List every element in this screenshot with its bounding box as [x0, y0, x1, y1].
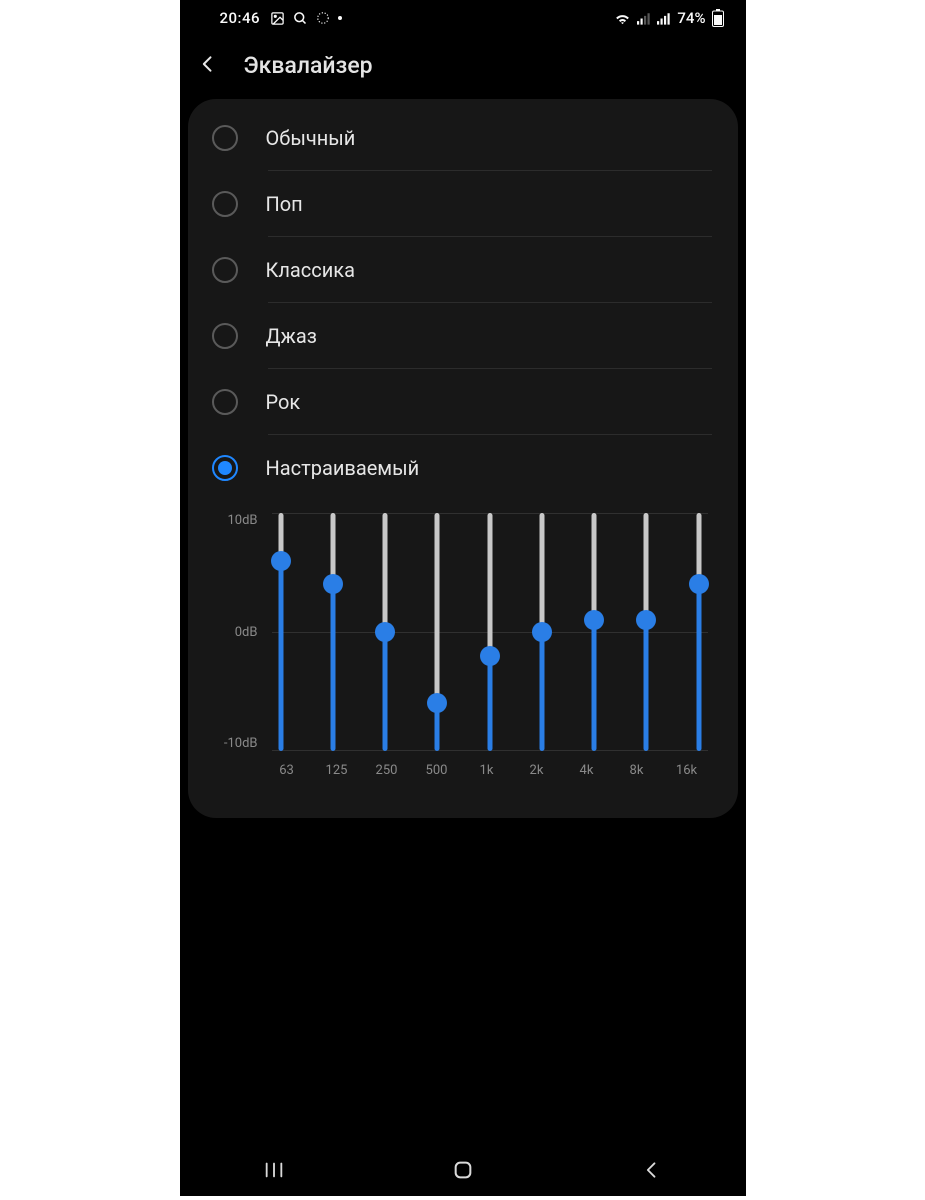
eq-chart: 10dB 0dB -10dB	[218, 513, 708, 751]
preset-classic[interactable]: Классика	[188, 237, 738, 303]
track-upper	[487, 513, 492, 656]
eq-band-2k[interactable]	[539, 513, 545, 751]
track-upper	[644, 513, 649, 620]
eq-bands	[272, 513, 708, 751]
phone-frame: 20:46 74%	[180, 0, 746, 1196]
preset-rock[interactable]: Рок	[188, 369, 738, 435]
status-left: 20:46	[220, 9, 343, 27]
track-lower	[487, 656, 492, 751]
preset-label: Обычный	[266, 126, 356, 150]
x-tick: 125	[322, 763, 352, 778]
eq-band-125[interactable]	[330, 513, 336, 751]
y-tick-top: 10dB	[227, 513, 257, 528]
signal-1-icon	[637, 12, 651, 25]
battery-icon	[712, 9, 724, 27]
gallery-icon	[270, 11, 285, 26]
radio-jazz[interactable]	[212, 323, 238, 349]
page-title: Эквалайзер	[244, 52, 373, 79]
y-tick-mid: 0dB	[235, 625, 258, 640]
eq-thumb-8k[interactable]	[636, 610, 656, 630]
radio-classic[interactable]	[212, 257, 238, 283]
track-lower	[278, 561, 283, 751]
radio-custom[interactable]	[212, 455, 238, 481]
preset-list: Обычный Поп Классика Джаз Рок Настраиваемый	[188, 105, 738, 501]
track-lower	[644, 620, 649, 751]
radio-pop[interactable]	[212, 191, 238, 217]
eq-band-16k[interactable]	[696, 513, 702, 751]
nav-back-button[interactable]	[642, 1160, 662, 1184]
eq-thumb-250[interactable]	[375, 622, 395, 642]
x-tick: 8k	[622, 763, 652, 778]
x-tick: 250	[372, 763, 402, 778]
header: Эквалайзер	[180, 36, 746, 95]
eq-y-axis: 10dB 0dB -10dB	[218, 513, 262, 751]
preset-label: Классика	[266, 258, 355, 282]
preset-label: Настраиваемый	[266, 456, 420, 480]
status-time: 20:46	[220, 9, 261, 27]
recents-button[interactable]	[263, 1159, 285, 1185]
track-upper	[539, 513, 544, 632]
track-lower	[539, 632, 544, 751]
eq-thumb-125[interactable]	[323, 574, 343, 594]
settings-panel: Обычный Поп Классика Джаз Рок Настраиваемый 1…	[188, 99, 738, 818]
x-tick: 1k	[472, 763, 502, 778]
preset-label: Поп	[266, 192, 303, 216]
eq-band-8k[interactable]	[643, 513, 649, 751]
dot-icon	[338, 16, 342, 20]
x-tick: 2k	[522, 763, 552, 778]
eq-band-63[interactable]	[278, 513, 284, 751]
status-bar: 20:46 74%	[180, 0, 746, 36]
radio-rock[interactable]	[212, 389, 238, 415]
preset-jazz[interactable]: Джаз	[188, 303, 738, 369]
eq-thumb-63[interactable]	[271, 551, 291, 571]
y-tick-bot: -10dB	[224, 736, 258, 751]
equalizer: 10dB 0dB -10dB 63 125 250 500 1k 2k 4k 8k 16k	[188, 501, 738, 778]
preset-label: Джаз	[266, 324, 317, 348]
eq-band-4k[interactable]	[591, 513, 597, 751]
preset-custom[interactable]: Настраиваемый	[188, 435, 738, 501]
loader-icon	[316, 11, 330, 25]
preset-pop[interactable]: Поп	[188, 171, 738, 237]
eq-thumb-500[interactable]	[427, 693, 447, 713]
home-button[interactable]	[452, 1159, 474, 1185]
track-lower	[696, 584, 701, 751]
x-tick: 500	[422, 763, 452, 778]
radio-normal[interactable]	[212, 125, 238, 151]
eq-thumb-4k[interactable]	[584, 610, 604, 630]
x-tick: 63	[272, 763, 302, 778]
eq-thumb-1k[interactable]	[480, 646, 500, 666]
battery-percent: 74%	[677, 9, 705, 27]
track-upper	[435, 513, 440, 703]
preset-normal[interactable]: Обычный	[188, 105, 738, 171]
eq-x-axis: 63 125 250 500 1k 2k 4k 8k 16k	[218, 751, 708, 778]
preset-label: Рок	[266, 390, 301, 414]
track-lower	[383, 632, 388, 751]
track-lower	[592, 620, 597, 751]
x-tick: 4k	[572, 763, 602, 778]
signal-2-icon	[657, 12, 671, 25]
eq-band-1k[interactable]	[487, 513, 493, 751]
track-upper	[383, 513, 388, 632]
android-navbar	[180, 1148, 746, 1196]
eq-band-250[interactable]	[382, 513, 388, 751]
eq-band-500[interactable]	[434, 513, 440, 751]
track-upper	[592, 513, 597, 620]
search-icon	[293, 11, 308, 26]
back-button[interactable]	[198, 54, 218, 78]
eq-thumb-16k[interactable]	[689, 574, 709, 594]
x-tick: 16k	[672, 763, 702, 778]
wifi-icon	[614, 11, 631, 26]
track-lower	[330, 584, 335, 751]
status-right: 74%	[614, 9, 723, 27]
eq-thumb-2k[interactable]	[532, 622, 552, 642]
